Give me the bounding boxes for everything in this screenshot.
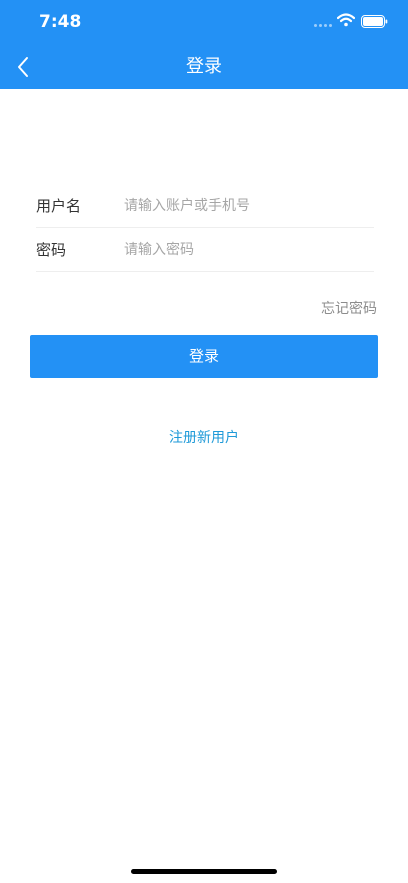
- status-time: 7:48: [39, 12, 82, 32]
- password-input[interactable]: [124, 228, 374, 272]
- page-title: 登录: [186, 56, 222, 77]
- navigation-bar: 登录: [0, 44, 408, 89]
- back-button[interactable]: [8, 52, 38, 82]
- password-row: 密码: [36, 228, 374, 272]
- wifi-icon: [337, 13, 355, 27]
- home-indicator: [131, 869, 277, 874]
- chevron-left-icon: [18, 57, 28, 77]
- login-button[interactable]: 登录: [30, 335, 378, 378]
- battery-icon: [361, 15, 388, 28]
- status-bar: 7:48: [0, 0, 408, 44]
- cellular-signal-icon: [314, 24, 334, 28]
- register-link[interactable]: 注册新用户: [0, 427, 408, 447]
- username-input[interactable]: [124, 184, 374, 228]
- password-label: 密码: [36, 241, 67, 259]
- login-screen: 7:48 登录 用户名 密码 忘记密: [0, 0, 408, 883]
- username-label: 用户名: [36, 197, 82, 215]
- forgot-password-link[interactable]: 忘记密码: [321, 298, 377, 318]
- username-row: 用户名: [36, 184, 374, 228]
